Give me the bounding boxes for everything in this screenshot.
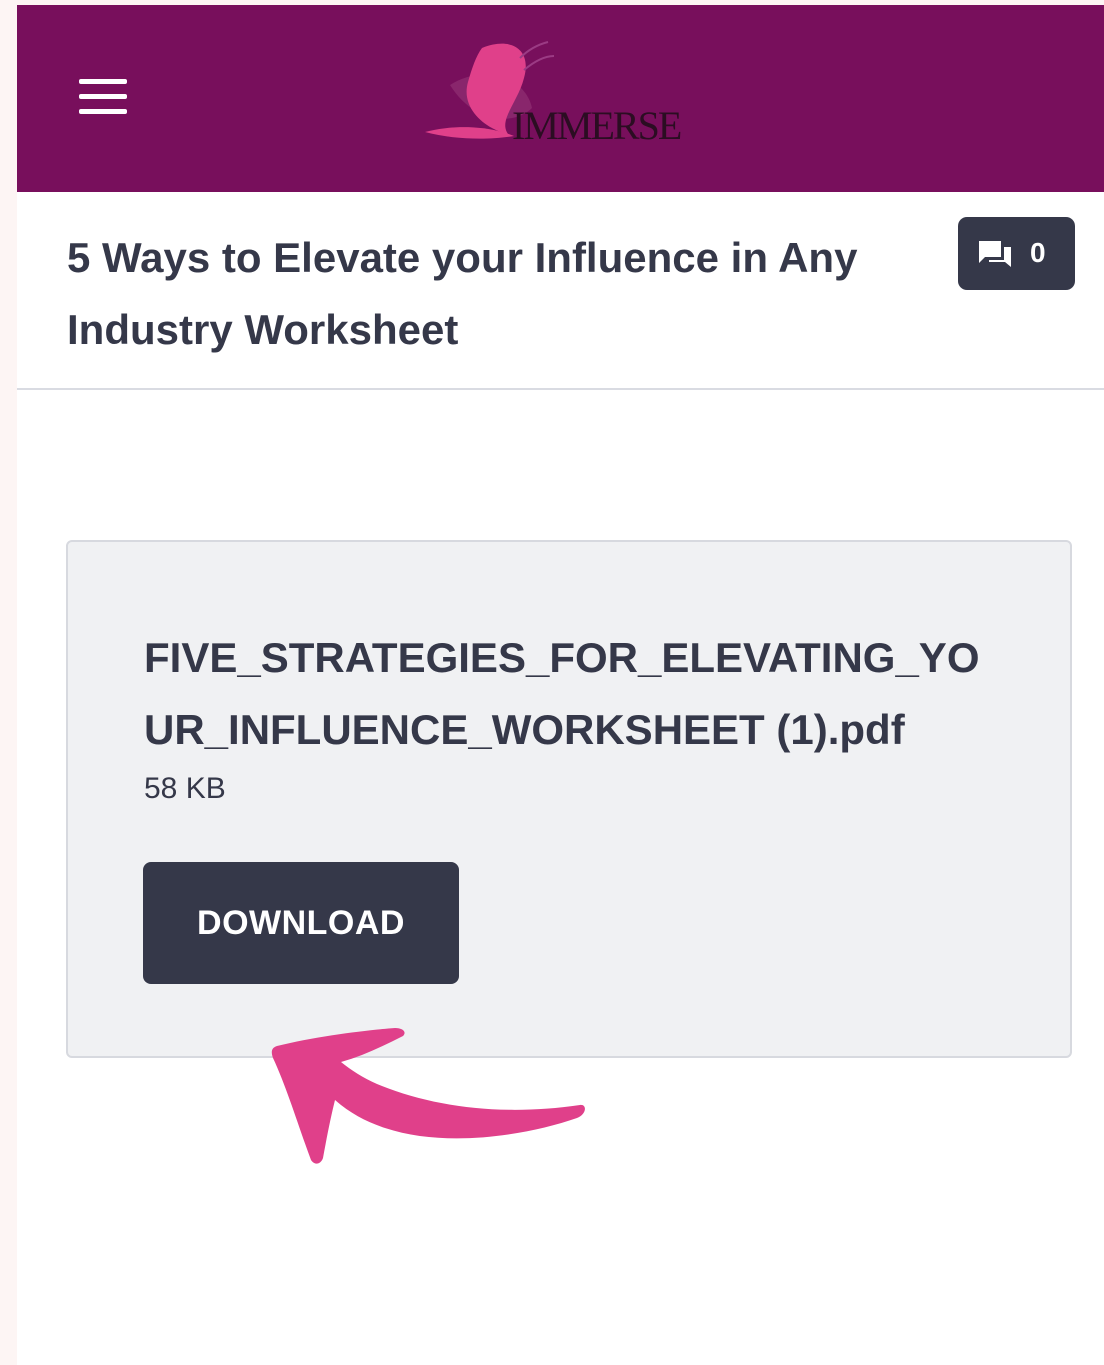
butterfly-icon — [425, 41, 555, 139]
file-attachment-card: FIVE_STRATEGIES_FOR_ELEVATING_YOUR_INFLU… — [66, 540, 1072, 1058]
top-navigation-bar: IMMERSE — [17, 5, 1104, 192]
logo-wordmark: IMMERSE — [512, 103, 682, 148]
file-size: 58 KB — [144, 772, 226, 805]
hamburger-menu-icon[interactable] — [79, 77, 129, 115]
app-frame: IMMERSE 5 Ways to Elevate your Influence… — [17, 5, 1104, 1365]
page-title: 5 Ways to Elevate your Influence in Any … — [67, 234, 858, 353]
curved-arrow-icon — [271, 1028, 585, 1164]
comments-button[interactable]: 0 — [958, 217, 1075, 290]
comment-count: 0 — [1030, 237, 1046, 268]
immerse-logo[interactable]: IMMERSE — [420, 30, 720, 170]
download-button[interactable]: DOWNLOAD — [143, 862, 459, 984]
file-name: FIVE_STRATEGIES_FOR_ELEVATING_YOUR_INFLU… — [144, 634, 980, 753]
comments-icon — [979, 241, 1011, 267]
lesson-header: 5 Ways to Elevate your Influence in Any … — [17, 192, 1104, 390]
